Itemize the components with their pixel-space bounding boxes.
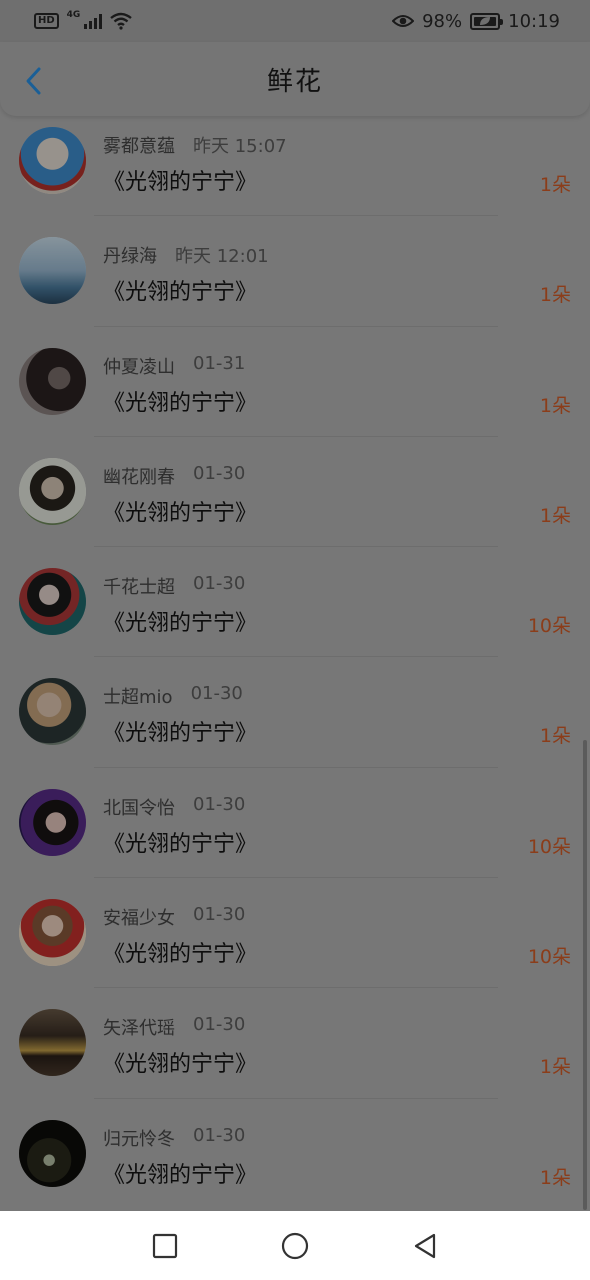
timestamp: 01-30 bbox=[193, 573, 246, 595]
book-title[interactable]: 《光翎的宁宁》 bbox=[103, 274, 257, 306]
avatar[interactable] bbox=[19, 678, 86, 746]
flower-gift-list: 雾都意蕴 昨天 15:07 《光翎的宁宁》 1朵 丹绿海 昨天 12:01 《光翎的… bbox=[0, 106, 590, 1209]
timestamp: 01-30 bbox=[193, 793, 246, 815]
flower-count: 10朵 bbox=[527, 946, 571, 969]
user-name[interactable]: 幽花刚春 bbox=[103, 463, 175, 489]
avatar[interactable] bbox=[19, 347, 86, 415]
timestamp: 昨天 15:07 bbox=[193, 136, 287, 157]
book-title[interactable]: 《光翎的宁宁》 bbox=[103, 385, 257, 417]
title-bar: 鲜花 bbox=[0, 42, 590, 116]
user-name[interactable]: 雾都意蕴 bbox=[103, 132, 175, 158]
user-name[interactable]: 丹绿海 bbox=[103, 242, 157, 268]
circle-icon bbox=[281, 1232, 309, 1259]
signal-icon bbox=[84, 13, 103, 29]
list-item[interactable]: 千花士超 01-30 《光翎的宁宁》 10朵 bbox=[0, 547, 590, 658]
eye-icon bbox=[392, 15, 415, 27]
timestamp: 01-30 bbox=[193, 1124, 246, 1146]
triangle-back-icon bbox=[414, 1233, 436, 1258]
list-item[interactable]: 矢泽代瑶 01-30 《光翎的宁宁》 1朵 bbox=[0, 988, 590, 1099]
book-title[interactable]: 《光翎的宁宁》 bbox=[103, 936, 257, 968]
flower-count: 1朵 bbox=[539, 1056, 571, 1079]
list-item[interactable]: 仲夏凌山 01-31 《光翎的宁宁》 1朵 bbox=[0, 327, 590, 437]
timestamp: 昨天 12:01 bbox=[175, 246, 269, 268]
user-name[interactable]: 归元怜冬 bbox=[103, 1125, 175, 1151]
page-title: 鲜花 bbox=[266, 66, 323, 97]
network-type: 4G bbox=[66, 10, 81, 20]
avatar[interactable] bbox=[19, 1119, 86, 1187]
user-name[interactable]: 仲夏凌山 bbox=[103, 353, 175, 379]
flower-count: 1朵 bbox=[539, 725, 571, 748]
avatar[interactable] bbox=[19, 1009, 86, 1077]
list-item[interactable]: 雾都意蕴 昨天 15:07 《光翎的宁宁》 1朵 bbox=[0, 106, 590, 217]
list-item[interactable]: 丹绿海 昨天 12:01 《光翎的宁宁》 1朵 bbox=[0, 216, 590, 327]
recents-button[interactable] bbox=[150, 1231, 180, 1261]
timestamp: 01-30 bbox=[190, 683, 243, 705]
flower-count: 1朵 bbox=[539, 394, 571, 417]
chevron-left-icon bbox=[26, 67, 41, 95]
flower-count: 10朵 bbox=[527, 835, 571, 858]
list-item[interactable]: 北国令怡 01-30 《光翎的宁宁》 10朵 bbox=[0, 768, 590, 879]
user-name[interactable]: 北国令怡 bbox=[103, 794, 175, 820]
avatar[interactable] bbox=[19, 237, 86, 305]
timestamp: 01-31 bbox=[193, 352, 246, 374]
flower-count: 1朵 bbox=[539, 174, 571, 196]
status-left: HD 4G bbox=[34, 10, 133, 30]
book-title[interactable]: 《光翎的宁宁》 bbox=[103, 164, 257, 196]
book-title[interactable]: 《光翎的宁宁》 bbox=[103, 605, 257, 637]
hd-icon: HD bbox=[34, 13, 59, 29]
list-item[interactable]: 士超mio 01-30 《光翎的宁宁》 1朵 bbox=[0, 657, 590, 768]
wifi-icon bbox=[110, 12, 133, 30]
system-nav-bar bbox=[0, 1211, 590, 1280]
timestamp: 01-30 bbox=[193, 904, 246, 926]
avatar[interactable] bbox=[19, 457, 86, 525]
user-name[interactable]: 安福少女 bbox=[103, 904, 175, 930]
book-title[interactable]: 《光翎的宁宁》 bbox=[103, 715, 257, 747]
book-title[interactable]: 《光翎的宁宁》 bbox=[103, 1157, 257, 1189]
scrollbar[interactable] bbox=[583, 740, 587, 1210]
user-name[interactable]: 士超mio bbox=[103, 683, 173, 709]
book-title[interactable]: 《光翎的宁宁》 bbox=[103, 495, 257, 527]
avatar[interactable] bbox=[19, 899, 86, 967]
timestamp: 01-30 bbox=[193, 1014, 246, 1036]
list-item[interactable]: 归元怜冬 01-30 《光翎的宁宁》 1朵 bbox=[0, 1099, 590, 1209]
back-button[interactable] bbox=[18, 66, 48, 96]
user-name[interactable]: 矢泽代瑶 bbox=[103, 1014, 175, 1040]
avatar[interactable] bbox=[19, 127, 86, 194]
avatar[interactable] bbox=[19, 788, 86, 856]
leaf-icon bbox=[480, 17, 491, 25]
clock: 10:19 bbox=[508, 10, 560, 32]
battery-percent: 98% bbox=[422, 10, 463, 32]
home-button[interactable] bbox=[280, 1231, 310, 1261]
user-name[interactable]: 千花士超 bbox=[103, 573, 175, 599]
list-item[interactable]: 幽花刚春 01-30 《光翎的宁宁》 1朵 bbox=[0, 437, 590, 548]
back-nav-button[interactable] bbox=[410, 1231, 440, 1261]
book-title[interactable]: 《光翎的宁宁》 bbox=[103, 1046, 257, 1078]
list-item[interactable]: 安福少女 01-30 《光翎的宁宁》 10朵 bbox=[0, 878, 590, 989]
battery-icon bbox=[470, 12, 504, 30]
timestamp: 01-30 bbox=[193, 462, 246, 484]
book-title[interactable]: 《光翎的宁宁》 bbox=[103, 826, 257, 858]
square-icon bbox=[152, 1233, 178, 1258]
status-right: 98% 10:19 bbox=[392, 11, 560, 32]
flower-count: 1朵 bbox=[539, 284, 571, 307]
status-bar: HD 4G 98% 10:19 bbox=[0, 0, 590, 42]
avatar[interactable] bbox=[19, 568, 86, 636]
flower-count: 1朵 bbox=[539, 504, 571, 527]
flower-count: 10朵 bbox=[527, 615, 571, 638]
flower-count: 1朵 bbox=[539, 1166, 571, 1189]
